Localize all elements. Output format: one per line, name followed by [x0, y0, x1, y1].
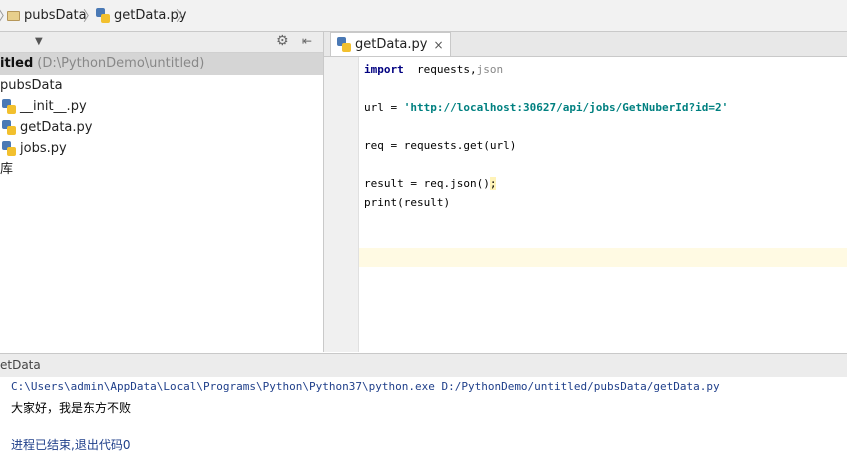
tree-file-init[interactable]: __init__.py	[0, 96, 323, 117]
project-panel: ▼ ⚙ ⇤ itled (D:\PythonDemo\untitled) pubs…	[0, 32, 324, 352]
tree-item-label: getData.py	[20, 120, 93, 135]
console-exit-message: 进程已结束,退出代码0	[11, 438, 131, 452]
code-text: url =	[364, 101, 404, 114]
chevron-right-icon: 〉	[83, 9, 97, 25]
tree-item-label: pubsData	[0, 78, 63, 93]
tree-item-label: __init__.py	[20, 99, 87, 114]
python-file-icon	[2, 141, 16, 156]
close-icon[interactable]: ×	[433, 38, 443, 52]
string-literal: 'http://localhost:30627/api/jobs/GetNube…	[403, 101, 729, 114]
navigation-breadcrumb: 〉 pubsData 〉 getData.py 〉	[0, 0, 847, 32]
code-text: requests,	[403, 63, 477, 76]
python-file-icon	[337, 37, 351, 52]
run-console[interactable]: C:\Users\admin\AppData\Local\Programs\Py…	[0, 377, 847, 476]
code-line: url = 'http://localhost:30627/api/jobs/G…	[364, 101, 728, 114]
code-editor: getData.py × import requests,json url = …	[324, 32, 847, 352]
tree-item-label: 库	[0, 162, 14, 177]
editor-tab-bar: getData.py ×	[324, 32, 847, 57]
breadcrumb-item-pubsdata[interactable]: pubsData	[7, 8, 87, 23]
tab-label: getData.py	[355, 37, 428, 52]
python-file-icon	[2, 99, 16, 114]
project-root[interactable]: itled (D:\PythonDemo\untitled)	[0, 53, 323, 75]
tree-external-libraries[interactable]: 库	[0, 159, 323, 180]
console-output: 大家好，我是东方不败	[11, 401, 132, 415]
python-file-icon	[96, 8, 110, 23]
tab-getdata[interactable]: getData.py ×	[330, 32, 451, 56]
code-line: print(result)	[364, 196, 450, 209]
breadcrumb-label: pubsData	[24, 8, 87, 23]
caret-char: ;	[489, 177, 497, 190]
code-area[interactable]: import requests,json url = 'http://local…	[324, 57, 847, 352]
tree-file-jobs[interactable]: jobs.py	[0, 138, 323, 159]
tree-folder-pubsdata[interactable]: pubsData	[0, 75, 323, 96]
tree-item-label: jobs.py	[20, 141, 67, 156]
code-line: req = requests.get(url)	[364, 139, 516, 152]
code-line: result = req.json();	[364, 177, 497, 190]
keyword: import	[364, 63, 404, 76]
code-text: print(result)	[364, 196, 451, 209]
code-text: json	[476, 63, 504, 76]
hide-panel-icon[interactable]: ⇤	[302, 34, 312, 48]
view-dropdown-icon[interactable]: ▼	[35, 36, 43, 47]
project-toolbar: ▼ ⚙ ⇤	[0, 32, 323, 53]
run-panel-header: etData	[0, 353, 847, 378]
tree-file-getdata[interactable]: getData.py	[0, 117, 323, 138]
folder-icon	[7, 10, 20, 21]
project-root-path: (D:\PythonDemo\untitled)	[37, 56, 205, 71]
python-file-icon	[2, 120, 16, 135]
gear-icon[interactable]: ⚙	[276, 33, 289, 49]
console-command-line: C:\Users\admin\AppData\Local\Programs\Py…	[11, 380, 720, 393]
chevron-right-icon: 〉	[176, 9, 190, 25]
breadcrumb-item-getdata[interactable]: getData.py	[96, 8, 186, 23]
project-root-name: itled	[0, 56, 34, 71]
code-line: import requests,json	[364, 63, 503, 76]
code-text: req = requests.get(url)	[364, 139, 517, 152]
code-text: result = req.json()	[364, 177, 490, 190]
run-panel-title: etData	[0, 358, 41, 372]
